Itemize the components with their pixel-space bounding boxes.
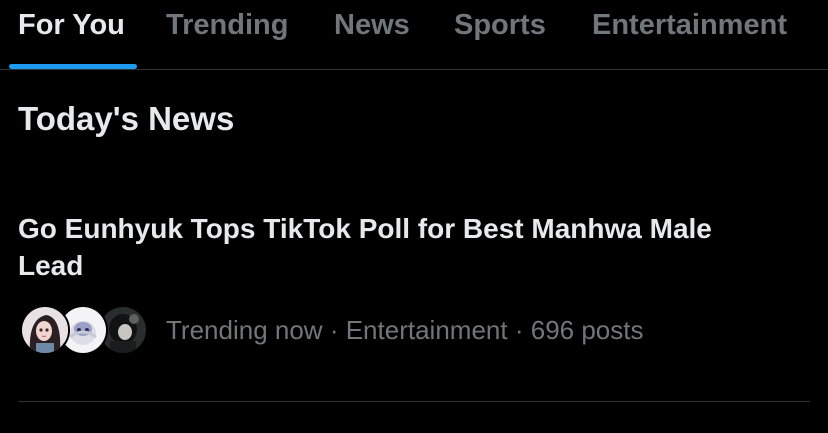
tab-news[interactable]: News — [334, 8, 410, 42]
divider — [18, 401, 810, 402]
post-count: 696 posts — [530, 315, 644, 345]
tab-entertainment[interactable]: Entertainment — [592, 8, 787, 42]
news-category: Entertainment — [345, 315, 508, 345]
news-item[interactable]: Go Eunhyuk Tops TikTok Poll for Best Man… — [0, 196, 828, 401]
anime-girl-avatar — [20, 305, 70, 355]
news-headline[interactable]: Go Eunhyuk Tops TikTok Poll for Best Man… — [18, 210, 778, 284]
active-tab-indicator — [9, 64, 137, 69]
tab-trending[interactable]: Trending — [166, 8, 288, 42]
tab-for-you[interactable]: For You — [18, 8, 125, 42]
trending-status: Trending now — [166, 315, 323, 345]
tab-sports[interactable]: Sports — [454, 8, 546, 42]
avatar-stack — [20, 305, 150, 357]
meta-separator: · — [329, 315, 339, 345]
news-meta: Trending now · Entertainment · 696 posts — [166, 315, 643, 345]
top-tab-bar: For You Trending News Sports Entertainme… — [0, 0, 828, 70]
meta-separator: · — [514, 315, 524, 345]
section-title: Today's News — [18, 100, 235, 137]
